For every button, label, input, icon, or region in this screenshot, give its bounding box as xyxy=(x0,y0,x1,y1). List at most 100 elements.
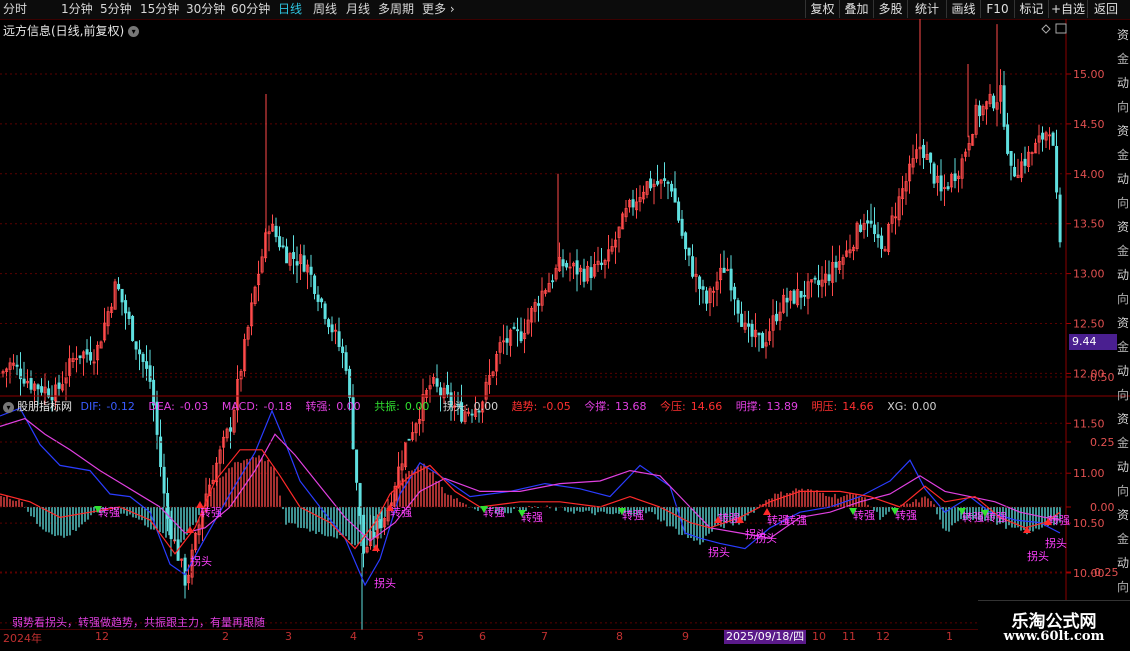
period-tab-60min[interactable]: 60分钟 xyxy=(231,2,270,17)
side-strip-glyph: 向 xyxy=(1117,291,1129,306)
candle-body xyxy=(813,277,817,280)
date-label: 4 xyxy=(350,630,357,643)
period-tab-monthly[interactable]: 月线 xyxy=(346,2,370,17)
candle-body xyxy=(131,315,135,341)
side-strip-glyph: 动 xyxy=(1117,556,1129,570)
side-strip-glyph: 动 xyxy=(1117,76,1129,90)
candle-body xyxy=(866,220,870,224)
side-strip-glyph: 金 xyxy=(1117,51,1129,66)
dif-field: DIF: -0.12 xyxy=(81,400,140,413)
side-strip-glyph: 动 xyxy=(1117,460,1129,474)
window-icon xyxy=(1055,23,1067,34)
overlay-button[interactable]: 叠加 xyxy=(839,0,873,18)
candle-body xyxy=(138,349,142,355)
candle-body xyxy=(89,352,93,361)
add-favorite-button[interactable]: +自选 xyxy=(1048,0,1087,18)
side-strip-glyph: 向 xyxy=(1117,483,1129,498)
stats-button[interactable]: 统计 xyxy=(907,0,946,18)
candle-body xyxy=(698,276,702,289)
zhuanqiang-label: 转强 xyxy=(785,513,807,527)
field-value: 13.89 xyxy=(766,400,798,413)
candle-body xyxy=(785,297,789,303)
candle-body xyxy=(939,175,943,192)
candle-body xyxy=(15,364,19,367)
candle-body xyxy=(750,323,754,337)
candle-body xyxy=(435,378,439,387)
candle-body xyxy=(1013,166,1017,177)
draw-button[interactable]: 画线 xyxy=(946,0,980,18)
side-strip-canvas: 资金动向资金动向资金动向资金动向资金动向资金动向 xyxy=(1117,28,1129,594)
chevron-down-icon[interactable]: ▾ xyxy=(3,401,14,413)
candle-body xyxy=(29,378,33,390)
current-price-tag: 9.44 xyxy=(1069,334,1117,350)
period-tab-30min[interactable]: 30分钟 xyxy=(186,2,225,17)
mingya-field: 明压: 14.66 xyxy=(811,400,878,413)
candle-body xyxy=(673,188,677,203)
candle-body xyxy=(729,268,733,291)
mark-button[interactable]: 标记 xyxy=(1014,0,1048,18)
date-label: 7 xyxy=(541,630,548,643)
guaitou-label: 拐头 xyxy=(755,531,777,545)
diamond-icon xyxy=(1041,24,1051,34)
candle-body xyxy=(1009,150,1013,166)
date-label: 5 xyxy=(417,630,424,643)
field-value: 14.66 xyxy=(690,400,723,413)
period-tab-fenshi[interactable]: 分时 xyxy=(3,2,27,17)
candle-body xyxy=(761,332,765,349)
price-tick-label: 13.00 xyxy=(1073,268,1105,281)
candle-body xyxy=(141,353,145,362)
candle-body xyxy=(337,331,341,347)
candle-body xyxy=(747,323,751,327)
side-strip-glyph: 向 xyxy=(1117,579,1129,594)
candle-body xyxy=(344,352,348,371)
side-info-strip[interactable]: 资金动向资金动向资金动向资金动向资金动向资金动向 xyxy=(1116,19,1130,599)
candle-body xyxy=(295,261,299,266)
candle-body xyxy=(666,181,670,184)
date-label: 8 xyxy=(616,630,623,643)
kline-chart: 15.0014.5014.0013.5013.0012.5012.0011.50… xyxy=(0,19,1130,630)
candle-body xyxy=(663,178,667,181)
side-strip-glyph: 向 xyxy=(1117,387,1129,402)
candle-body xyxy=(446,384,450,395)
multi-stock-button[interactable]: 多股 xyxy=(873,0,907,18)
guaitou-label: 拐头 xyxy=(708,545,730,559)
price-tick-label: 10.50 xyxy=(1073,517,1105,530)
f10-button[interactable]: F10 xyxy=(980,0,1014,18)
period-tab-weekly[interactable]: 周线 xyxy=(313,2,337,17)
side-strip-glyph: 资 xyxy=(1117,412,1129,426)
candle-body xyxy=(775,313,779,322)
field-value: 13.68 xyxy=(615,400,647,413)
candle-body xyxy=(505,338,509,343)
back-button[interactable]: 返回 xyxy=(1087,0,1124,18)
period-tab-daily[interactable]: 日线 xyxy=(278,2,302,17)
period-tab-more[interactable]: 更多 › xyxy=(422,2,455,17)
candle-body xyxy=(656,180,660,185)
guaitou-field: 拐头: 0.00 xyxy=(443,400,503,413)
candle-body xyxy=(799,290,803,298)
date-label: 2024年 xyxy=(3,632,42,645)
side-strip-glyph: 动 xyxy=(1117,268,1129,282)
candle-body xyxy=(278,236,282,248)
candle-body xyxy=(684,232,688,250)
side-strip-glyph: 资 xyxy=(1117,316,1129,330)
guaitou-label: 拐头 xyxy=(1045,536,1067,550)
field-value: 0.00 xyxy=(911,400,937,413)
candle-body xyxy=(929,152,933,163)
field-value: -0.05 xyxy=(542,400,571,413)
candle-body xyxy=(516,329,520,332)
zhuanqiang-field: 转强: 0.00 xyxy=(305,400,365,413)
field-label: 明压: xyxy=(811,400,838,413)
side-strip-glyph: 向 xyxy=(1117,99,1129,114)
period-tab-5min[interactable]: 5分钟 xyxy=(100,2,132,17)
period-tab-1min[interactable]: 1分钟 xyxy=(61,2,93,17)
period-tab-multi[interactable]: 多周期 xyxy=(378,2,414,17)
price-tick-label: 14.00 xyxy=(1073,168,1105,181)
dif-line xyxy=(0,407,1061,587)
zhuanqiang-label: 转强 xyxy=(962,510,984,524)
period-tab-15min[interactable]: 15分钟 xyxy=(140,2,179,17)
field-label: 今压: xyxy=(660,400,686,413)
fuquan-button[interactable]: 复权 xyxy=(805,0,839,18)
candle-body xyxy=(120,288,124,303)
price-tick-label: 14.50 xyxy=(1073,118,1105,131)
candle-body xyxy=(519,331,523,342)
